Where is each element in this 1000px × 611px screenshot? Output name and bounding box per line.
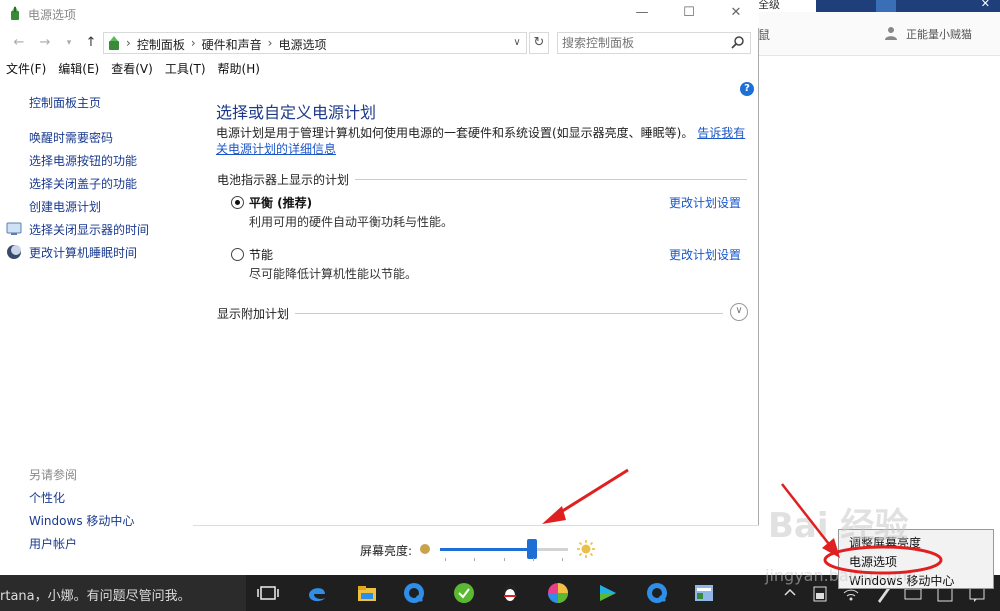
sidebar: 控制面板主页 唤醒时需要密码 选择电源按钮的功能 选择关闭盖子的功能 创建电源计… xyxy=(0,82,193,575)
control-panel-icon xyxy=(109,36,119,50)
green-app-icon[interactable] xyxy=(452,581,476,605)
menu-bar: 文件(F) 编辑(E) 查看(V) 工具(T) 帮助(H) xyxy=(0,58,759,80)
plan-power-saver-radio[interactable] xyxy=(231,248,244,261)
minimize-button[interactable]: — xyxy=(619,2,665,26)
plan-balanced-radio[interactable] xyxy=(231,196,244,209)
breadcrumb-power-options[interactable]: 电源选项 xyxy=(278,36,326,53)
brightness-slider-fill xyxy=(440,548,533,551)
edge-browser-icon[interactable] xyxy=(305,581,329,605)
page-description: 电源计划是用于管理计算机如何使用电源的一套硬件和系统设置(如显示器亮度、睡眠等)… xyxy=(216,125,751,157)
plan-power-saver-change-link[interactable]: 更改计划设置 xyxy=(669,246,741,263)
plan-balanced-name[interactable]: 平衡 (推荐) xyxy=(249,194,312,211)
background-avatar xyxy=(876,0,896,12)
task-view-icon[interactable] xyxy=(256,581,280,605)
page-title: 选择或自定义电源计划 xyxy=(216,103,377,122)
forward-arrow-icon[interactable]: → xyxy=(36,34,54,52)
background-user-name[interactable]: 正能量小贼猫 xyxy=(906,26,972,42)
search-icon[interactable] xyxy=(730,35,746,51)
dim-sun-icon xyxy=(420,544,430,554)
description-text: 电源计划是用于管理计算机如何使用电源的一套硬件和系统设置(如显示器亮度、睡眠等)… xyxy=(216,126,694,140)
breadcrumb-hardware-sound[interactable]: 硬件和声音 xyxy=(202,36,262,53)
plan-balanced[interactable]: 平衡 (推荐) 利用可用的硬件自动平衡功耗与性能。 更改计划设置 xyxy=(231,194,741,234)
power-options-app-icon xyxy=(11,6,19,20)
sidebar-item-power-button[interactable]: 选择电源按钮的功能 xyxy=(29,152,137,169)
search-box[interactable] xyxy=(557,32,751,54)
watermark-url: jingyan.baidu.com xyxy=(765,566,913,585)
cortana-search-box[interactable]: rtana，小娜。有问题尽管问我。 xyxy=(0,575,246,611)
file-explorer-icon[interactable] xyxy=(355,581,379,605)
background-banner: ✕ xyxy=(816,0,1000,12)
show-additional-plans[interactable]: 显示附加计划 xyxy=(217,305,296,322)
recent-locations-chevron-icon[interactable]: ▾ xyxy=(60,34,78,52)
see-also-personalization[interactable]: 个性化 xyxy=(29,489,65,506)
display-off-icon xyxy=(6,222,22,235)
window-title: 电源选项 xyxy=(28,8,77,22)
help-icon[interactable]: ? xyxy=(740,82,754,96)
expand-chevron-icon[interactable]: ∨ xyxy=(730,303,748,321)
up-arrow-icon[interactable]: ↑ xyxy=(82,34,100,52)
brightness-label: 屏幕亮度: xyxy=(360,544,413,558)
breadcrumb-separator-icon[interactable]: › xyxy=(268,36,273,53)
maximize-button[interactable]: ☐ xyxy=(666,2,712,26)
breadcrumb-separator-icon[interactable]: › xyxy=(191,36,196,53)
plan-balanced-change-link[interactable]: 更改计划设置 xyxy=(669,194,741,211)
see-also-user-accounts[interactable]: 用户帐户 xyxy=(29,535,77,552)
power-options-window: 电源选项 — ☐ ✕ ← → ▾ ↑ › 控制面板 › 硬件和声音 › 电源选项… xyxy=(0,0,759,575)
main-content: ? 选择或自定义电源计划 电源计划是用于管理计算机如何使用电源的一套硬件和系统设… xyxy=(193,82,759,575)
background-header-bar: 鼠 正能量小贼猫 xyxy=(758,12,1000,56)
plan-power-saver-name[interactable]: 节能 xyxy=(249,246,273,263)
user-icon xyxy=(885,27,897,40)
sidebar-item-sleep-time[interactable]: 更改计算机睡眠时间 xyxy=(29,244,137,261)
search-input[interactable] xyxy=(562,35,722,51)
breadcrumb-control-panel[interactable]: 控制面板 xyxy=(137,36,185,53)
plan-power-saver-desc: 尽可能降低计算机性能以节能。 xyxy=(249,267,418,281)
additional-plans-header[interactable]: 显示附加计划 xyxy=(217,305,723,322)
browser-q-icon[interactable] xyxy=(402,581,426,605)
brightness-slider-thumb[interactable] xyxy=(527,539,538,559)
plans-group-header: 电池指示器上显示的计划 xyxy=(217,171,747,188)
breadcrumb: › 控制面板 › 硬件和声音 › 电源选项 xyxy=(126,36,326,53)
color-wheel-app-icon[interactable] xyxy=(546,581,570,605)
plans-group-title: 电池指示器上显示的计划 xyxy=(217,171,356,188)
menu-file[interactable]: 文件(F) xyxy=(0,58,52,80)
cortana-prompt[interactable]: rtana，小娜。有问题尽管问我。 xyxy=(0,585,191,604)
menu-view[interactable]: 查看(V) xyxy=(105,58,159,80)
plan-power-saver[interactable]: 节能 尽可能降低计算机性能以节能。 更改计划设置 xyxy=(231,246,741,286)
video-player-icon[interactable] xyxy=(596,581,620,605)
sleep-moon-icon xyxy=(7,245,21,259)
sidebar-item-create-plan[interactable]: 创建电源计划 xyxy=(29,198,101,215)
background-app-window: 全级 ✕ 鼠 正能量小贼猫 xyxy=(758,0,1000,575)
browser-q-icon-2[interactable] xyxy=(645,581,669,605)
sidebar-item-wake-password[interactable]: 唤醒时需要密码 xyxy=(29,129,113,146)
sidebar-item-display-off[interactable]: 选择关闭显示器的时间 xyxy=(29,221,149,238)
see-also-mobility-center[interactable]: Windows 移动中心 xyxy=(29,512,134,529)
refresh-button[interactable]: ↻ xyxy=(529,32,549,54)
brightness-ticks xyxy=(445,558,563,561)
see-also-title: 另请参阅 xyxy=(29,468,78,482)
back-arrow-icon[interactable]: ← xyxy=(10,34,28,52)
control-panel-taskbar-icon[interactable] xyxy=(692,581,716,605)
background-close-icon[interactable]: ✕ xyxy=(981,0,990,10)
qq-penguin-icon[interactable] xyxy=(498,581,522,605)
bright-sun-icon xyxy=(577,540,595,558)
close-button[interactable]: ✕ xyxy=(713,2,759,26)
brightness-bar: 屏幕亮度: xyxy=(193,525,759,575)
background-top-label: 全级 xyxy=(758,0,780,11)
sidebar-control-panel-home[interactable]: 控制面板主页 xyxy=(29,94,101,111)
address-box[interactable]: › 控制面板 › 硬件和声音 › 电源选项 ∨ xyxy=(103,32,527,54)
plan-balanced-desc: 利用可用的硬件自动平衡功耗与性能。 xyxy=(249,215,454,229)
sidebar-item-lid-close[interactable]: 选择关闭盖子的功能 xyxy=(29,175,137,192)
address-bar: ← → ▾ ↑ › 控制面板 › 硬件和声音 › 电源选项 ∨ ↻ xyxy=(0,30,759,56)
menu-tools[interactable]: 工具(T) xyxy=(159,58,212,80)
menu-help[interactable]: 帮助(H) xyxy=(212,58,266,80)
background-title: 鼠 xyxy=(758,28,771,42)
title-bar[interactable]: 电源选项 — ☐ ✕ xyxy=(0,0,759,28)
breadcrumb-separator-icon: › xyxy=(126,36,131,50)
address-dropdown-chevron-icon[interactable]: ∨ xyxy=(510,35,524,51)
menu-edit[interactable]: 编辑(E) xyxy=(52,58,105,80)
watermark-logo: Bai 经验 xyxy=(768,506,909,546)
